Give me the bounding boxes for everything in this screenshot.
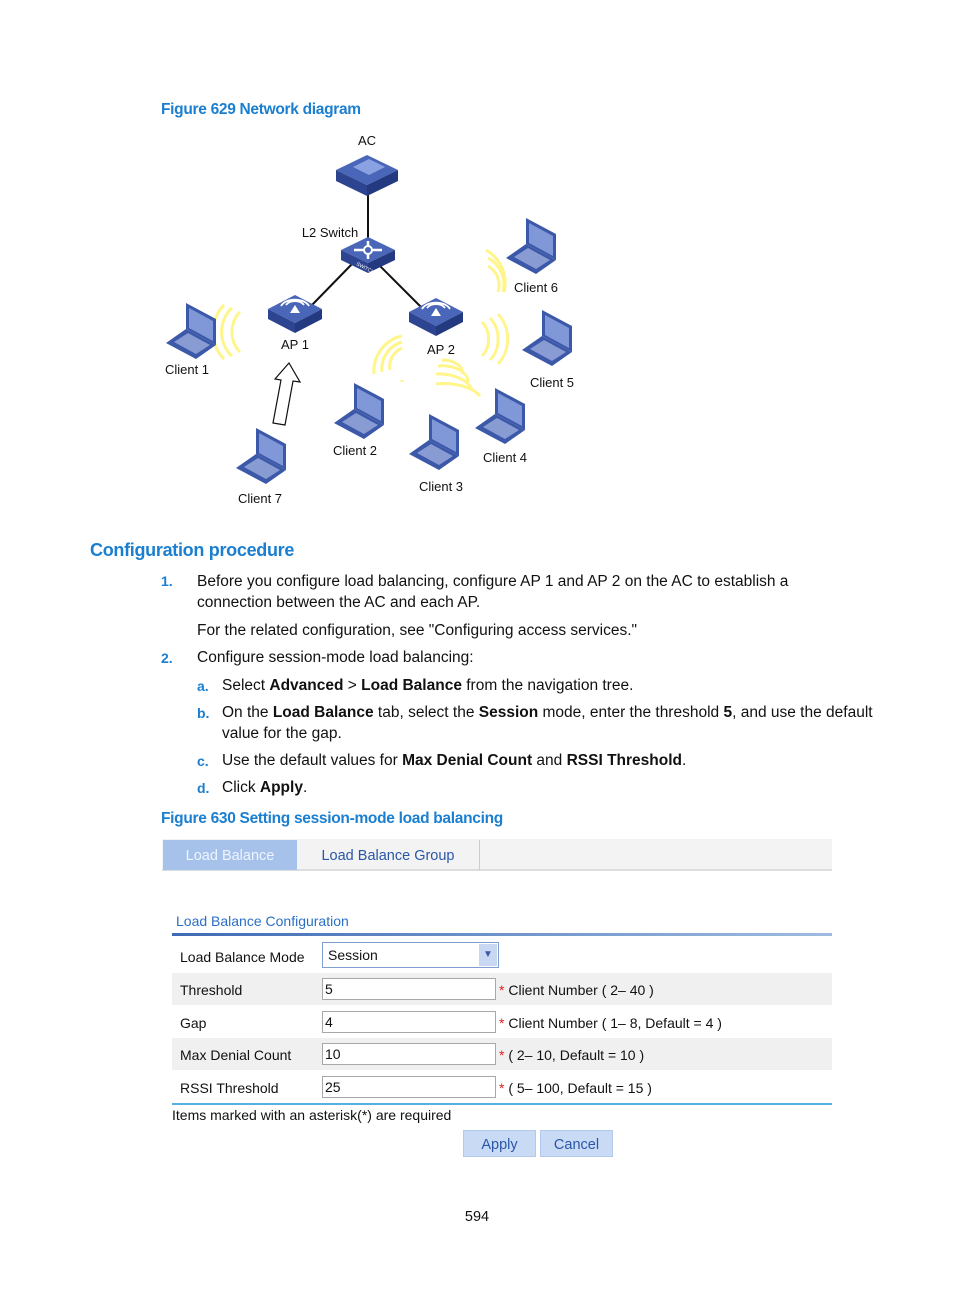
client2-label: Client 2 bbox=[333, 443, 377, 458]
field-row: RSSI Threshold 25 * ( 5– 100, Default = … bbox=[172, 1071, 832, 1103]
substep-number: a. bbox=[197, 678, 209, 694]
substep-c-text: Use the default values for Max Denial Co… bbox=[222, 752, 687, 769]
field-row: Max Denial Count 10 * ( 2– 10, Default =… bbox=[172, 1038, 832, 1070]
switch-icon: SWITCH bbox=[341, 237, 395, 276]
tab-load-balance[interactable]: Load Balance bbox=[163, 840, 297, 870]
apply-button[interactable]: Apply bbox=[463, 1130, 536, 1157]
client2-laptop-icon bbox=[334, 383, 384, 439]
client4-laptop-icon bbox=[475, 388, 525, 444]
step-number: 2. bbox=[161, 650, 173, 666]
roaming-arrow-icon bbox=[272, 361, 302, 426]
wireless-signal-icon bbox=[211, 248, 510, 398]
threshold-label: Threshold bbox=[180, 982, 243, 998]
tab-load-balance-group[interactable]: Load Balance Group bbox=[297, 840, 480, 870]
substep-d-text: Click Apply. bbox=[222, 779, 308, 796]
section-divider bbox=[172, 933, 832, 936]
substep-a-text: Select Advanced > Load Balance from the … bbox=[222, 677, 634, 694]
step-number: 1. bbox=[161, 573, 173, 589]
ac-label: AC bbox=[358, 133, 376, 148]
figure-630-caption: Figure 630 Setting session-mode load bal… bbox=[161, 810, 503, 827]
ap2-label: AP 2 bbox=[427, 342, 455, 357]
step-1-text: Before you configure load balancing, con… bbox=[197, 573, 789, 611]
rssi-threshold-label: RSSI Threshold bbox=[180, 1080, 279, 1096]
threshold-input[interactable]: 5 bbox=[322, 978, 496, 1000]
substep-number: d. bbox=[197, 780, 210, 796]
threshold-hint: * Client Number ( 2– 40 ) bbox=[499, 982, 654, 998]
client4-label: Client 4 bbox=[483, 450, 527, 465]
substep-b-text: On the Load Balance tab, select the Sess… bbox=[222, 704, 873, 742]
mode-label: Load Balance Mode bbox=[180, 949, 305, 965]
chevron-down-icon[interactable]: ▼ bbox=[479, 944, 497, 966]
client7-laptop-icon bbox=[236, 428, 286, 484]
ap1-icon bbox=[267, 294, 323, 334]
max-denial-count-input[interactable]: 10 bbox=[322, 1043, 496, 1065]
client1-laptop-icon bbox=[166, 303, 216, 359]
client6-label: Client 6 bbox=[514, 280, 558, 295]
mode-row: Load Balance Mode Session ▼ bbox=[172, 940, 832, 972]
max-denial-count-hint: * ( 2– 10, Default = 10 ) bbox=[499, 1047, 645, 1063]
field-row: Threshold 5 * Client Number ( 2– 40 ) bbox=[172, 973, 832, 1005]
client6-laptop-icon bbox=[506, 218, 556, 274]
network-diagram: SWITCH AC L2 Switch AP 1 AP 2 Client 1 C… bbox=[165, 133, 574, 506]
client7-label: Client 7 bbox=[238, 491, 282, 506]
ac-device-icon bbox=[336, 155, 398, 196]
rssi-threshold-hint: * ( 5– 100, Default = 15 ) bbox=[499, 1080, 652, 1096]
ap1-label: AP 1 bbox=[281, 337, 309, 352]
substep-number: b. bbox=[197, 705, 210, 721]
step-2-text: Configure session-mode load balancing: bbox=[197, 649, 474, 666]
gap-hint: * Client Number ( 1– 8, Default = 4 ) bbox=[499, 1015, 722, 1031]
max-denial-count-label: Max Denial Count bbox=[180, 1047, 292, 1063]
rssi-threshold-input[interactable]: 25 bbox=[322, 1076, 496, 1098]
client3-label: Client 3 bbox=[419, 479, 463, 494]
mode-select-value: Session bbox=[328, 947, 378, 963]
switch-label: L2 Switch bbox=[302, 225, 358, 240]
field-row: Gap 4 * Client Number ( 1– 8, Default = … bbox=[172, 1006, 832, 1038]
client5-laptop-icon bbox=[522, 310, 572, 366]
gap-input[interactable]: 4 bbox=[322, 1011, 496, 1033]
required-note: Items marked with an asterisk(*) are req… bbox=[172, 1107, 452, 1123]
page-number: 594 bbox=[464, 1209, 490, 1225]
client1-label: Client 1 bbox=[165, 362, 209, 377]
mode-select[interactable]: Session ▼ bbox=[322, 942, 499, 968]
client3-laptop-icon bbox=[409, 414, 459, 470]
footer-divider bbox=[172, 1103, 832, 1105]
step-1-note: For the related configuration, see "Conf… bbox=[197, 622, 638, 639]
cancel-button[interactable]: Cancel bbox=[540, 1130, 613, 1157]
substep-number: c. bbox=[197, 753, 209, 769]
client5-label: Client 5 bbox=[530, 375, 574, 390]
section-title: Configuration procedure bbox=[90, 540, 295, 560]
gap-label: Gap bbox=[180, 1015, 207, 1031]
config-section-title: Load Balance Configuration bbox=[176, 913, 349, 929]
